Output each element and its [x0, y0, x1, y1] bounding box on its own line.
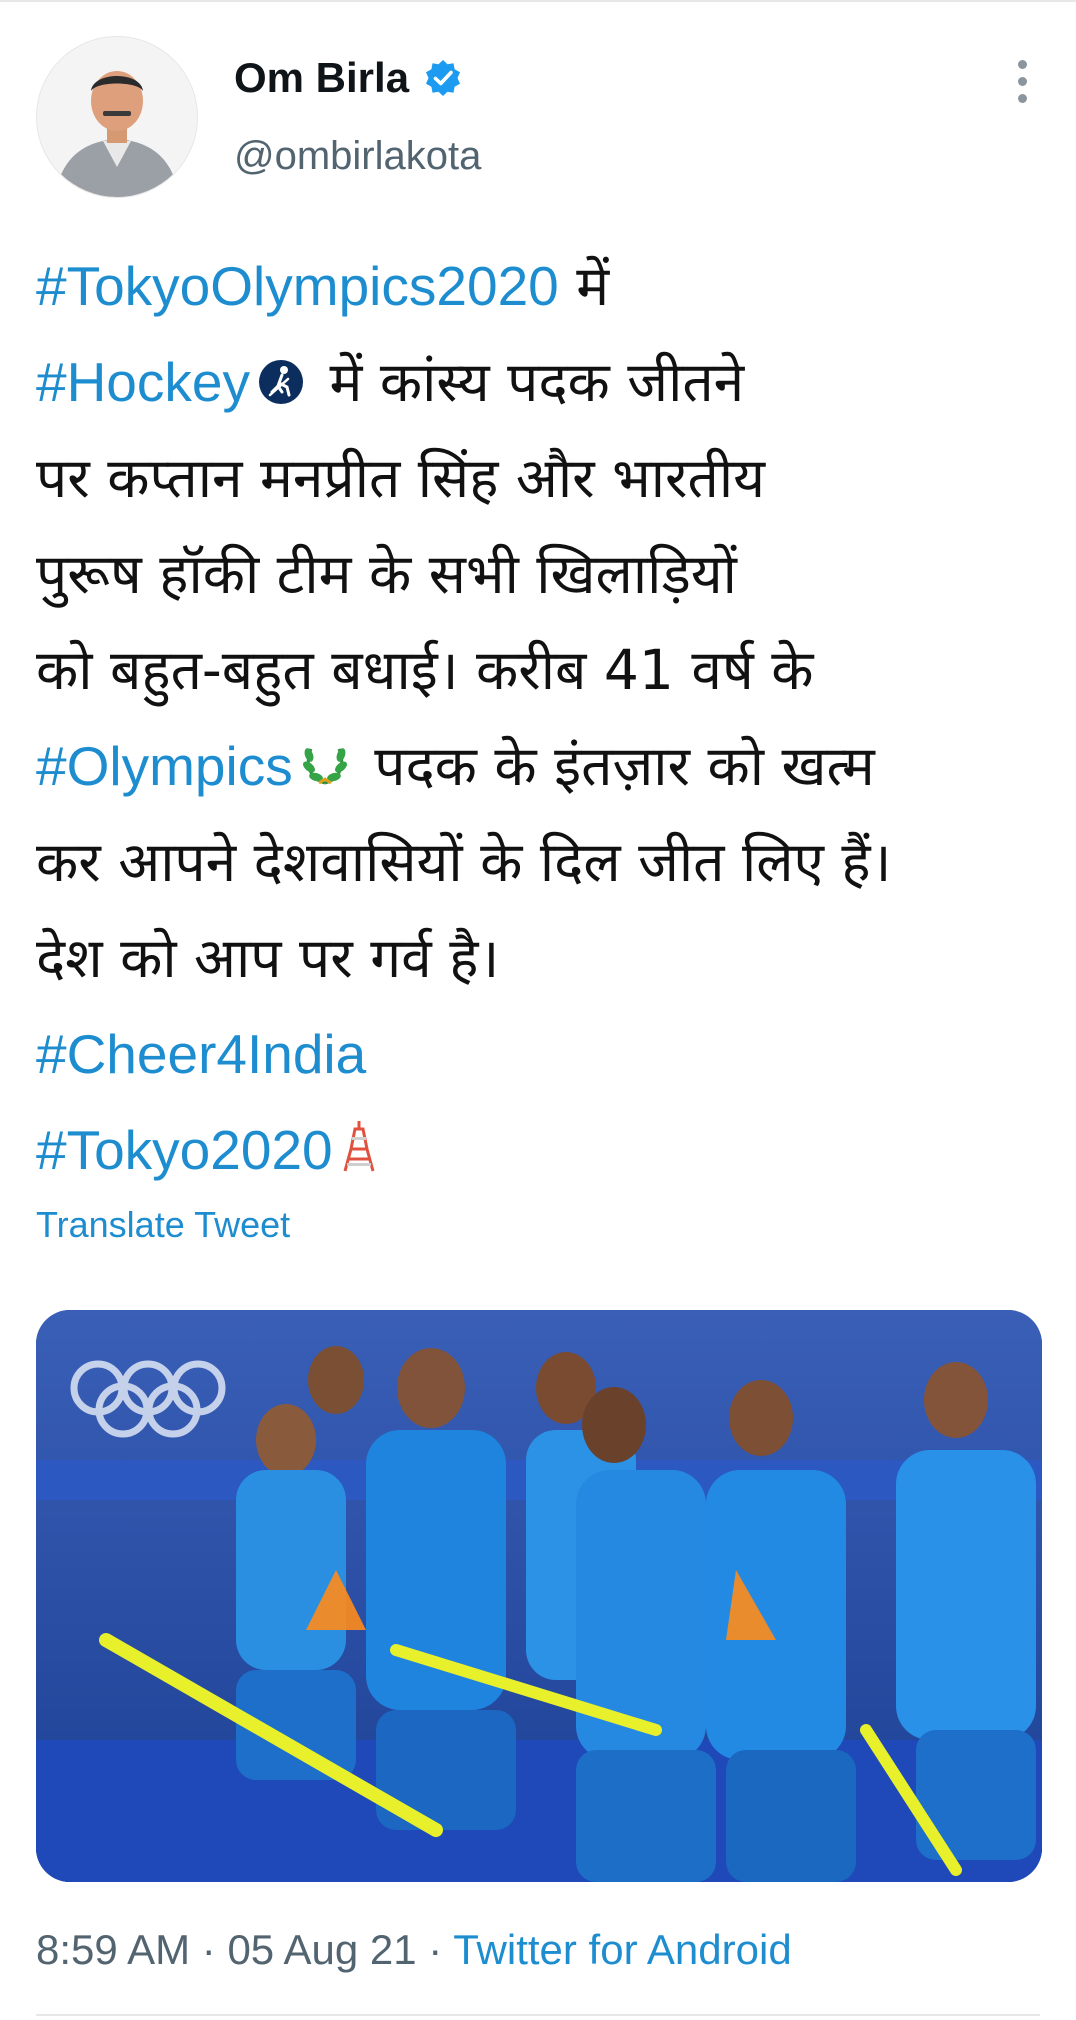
- tweet-source-link[interactable]: Twitter for Android: [453, 1926, 791, 1973]
- tweet-text-segment: को बहुत-बहुत बधाई। करीब 41 वर्ष के: [36, 638, 814, 702]
- field-hockey-icon: [258, 338, 304, 434]
- hashtag-link[interactable]: #TokyoOlympics2020: [36, 255, 559, 317]
- tweet-text-segment: में: [558, 254, 610, 318]
- tweet-text-line: #Hockey में कांस्य पदक जीतने: [36, 334, 1046, 430]
- tweet-text-line: #Cheer4India: [36, 1006, 1046, 1102]
- tokyo-tower-icon: [341, 1106, 377, 1202]
- meta-separator: ·: [416, 1926, 454, 1973]
- tweet-text-line: #Olympics पदक के इंतज़ार को खत्म: [36, 718, 1046, 814]
- team-photo-image: [36, 1310, 1042, 1882]
- more-dot-icon: [1017, 77, 1027, 86]
- tweet-text-line: पर कप्तान मनप्रीत सिंह और भारतीय: [36, 430, 1046, 526]
- tweet-text-segment: कर आपने देशवासियों के दिल जीत लिए हैं।: [36, 830, 892, 894]
- tweet-date[interactable]: 05 Aug 21: [227, 1926, 416, 1973]
- translate-tweet-link[interactable]: Translate Tweet: [36, 1204, 290, 1246]
- tweet-text-line: #Tokyo2020: [36, 1102, 1046, 1198]
- tweet-media[interactable]: [36, 1310, 1042, 1882]
- more-options-button[interactable]: [1010, 60, 1034, 116]
- hashtag-link[interactable]: #Olympics: [36, 735, 293, 797]
- tweet-text-segment: पदक के इंतज़ार को खत्म: [356, 734, 875, 798]
- top-divider: [0, 0, 1076, 2]
- author-name[interactable]: Om Birla: [234, 54, 409, 102]
- tweet-time[interactable]: 8:59 AM: [36, 1926, 190, 1973]
- tweet-text-segment: पुरूष हॉकी टीम के सभी खिलाड़ियों: [36, 542, 737, 606]
- tweet-text-line: #TokyoOlympics2020 में: [36, 238, 1046, 334]
- hashtag-link[interactable]: #Cheer4India: [36, 1023, 366, 1085]
- more-dot-icon: [1017, 60, 1027, 69]
- tweet-header: Om Birla @ombirlakota: [36, 36, 1040, 202]
- tweet-text-line: देश को आप पर गर्व है।: [36, 910, 1046, 1006]
- author-handle[interactable]: @ombirlakota: [234, 134, 481, 179]
- tweet-text-segment: देश को आप पर गर्व है।: [36, 926, 500, 990]
- avatar[interactable]: [36, 36, 198, 198]
- laurel-wreath-icon: [301, 722, 349, 818]
- tweet-text-line: पुरूष हॉकी टीम के सभी खिलाड़ियों: [36, 526, 1046, 622]
- meta-separator: ·: [190, 1926, 228, 1973]
- tweet-text: #TokyoOlympics2020 में #Hockey में कांस्य…: [36, 238, 1046, 1198]
- bottom-divider: [36, 2014, 1040, 2016]
- author-name-row: Om Birla: [234, 54, 463, 102]
- tweet-text-line: कर आपने देशवासियों के दिल जीत लिए हैं।: [36, 814, 1046, 910]
- verified-badge-icon: [423, 58, 463, 98]
- more-dot-icon: [1017, 94, 1027, 103]
- hashtag-link[interactable]: #Hockey: [36, 351, 250, 413]
- tweet-text-line: को बहुत-बहुत बधाई। करीब 41 वर्ष के: [36, 622, 1046, 718]
- tweet-text-segment: में कांस्य पदक जीतने: [311, 350, 745, 414]
- hashtag-link[interactable]: #Tokyo2020: [36, 1119, 333, 1181]
- tweet-text-segment: पर कप्तान मनप्रीत सिंह और भारतीय: [36, 446, 766, 510]
- avatar-image: [37, 37, 197, 197]
- tweet-meta: 8:59 AM · 05 Aug 21 · Twitter for Androi…: [36, 1926, 792, 1974]
